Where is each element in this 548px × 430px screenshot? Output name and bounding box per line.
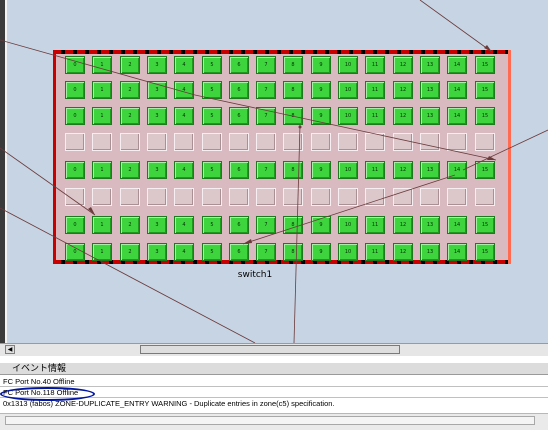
link-line — [419, 0, 493, 53]
link-node — [298, 125, 302, 129]
event-panel-header: イベント情報 — [0, 362, 548, 375]
annotation-ellipse — [0, 387, 95, 401]
event-row[interactable]: 0x1313 (fabos) ZONE-DUPLICATE_ENTRY WARN… — [0, 399, 548, 409]
link-line — [462, 129, 548, 171]
link-line — [242, 174, 456, 245]
link-lines — [0, 0, 548, 343]
canvas-horizontal-scrollbar[interactable]: ◀ — [0, 343, 548, 356]
switch-name-label: switch1 — [237, 270, 273, 280]
link-line — [293, 124, 301, 343]
scroll-thumb[interactable] — [140, 345, 400, 354]
link-arrowhead — [484, 45, 492, 52]
link-arrowhead — [243, 239, 252, 244]
topology-canvas[interactable]: 0 1 2 3 4 5 6 7 8 9 10 11 12 13 14 15 0 1 2 3 4 5 6 7 8 9 10 11 12 13… — [0, 0, 548, 343]
link-line — [194, 94, 497, 161]
link-line — [0, 207, 256, 343]
event-row[interactable]: FC Port No.40 Offline — [0, 377, 548, 387]
link-line — [0, 39, 196, 96]
event-panel-scroll-area — [0, 413, 548, 430]
scroll-left-arrow-icon[interactable]: ◀ — [5, 345, 15, 354]
event-horizontal-scrollbar[interactable] — [5, 416, 535, 425]
link-line — [0, 147, 96, 216]
